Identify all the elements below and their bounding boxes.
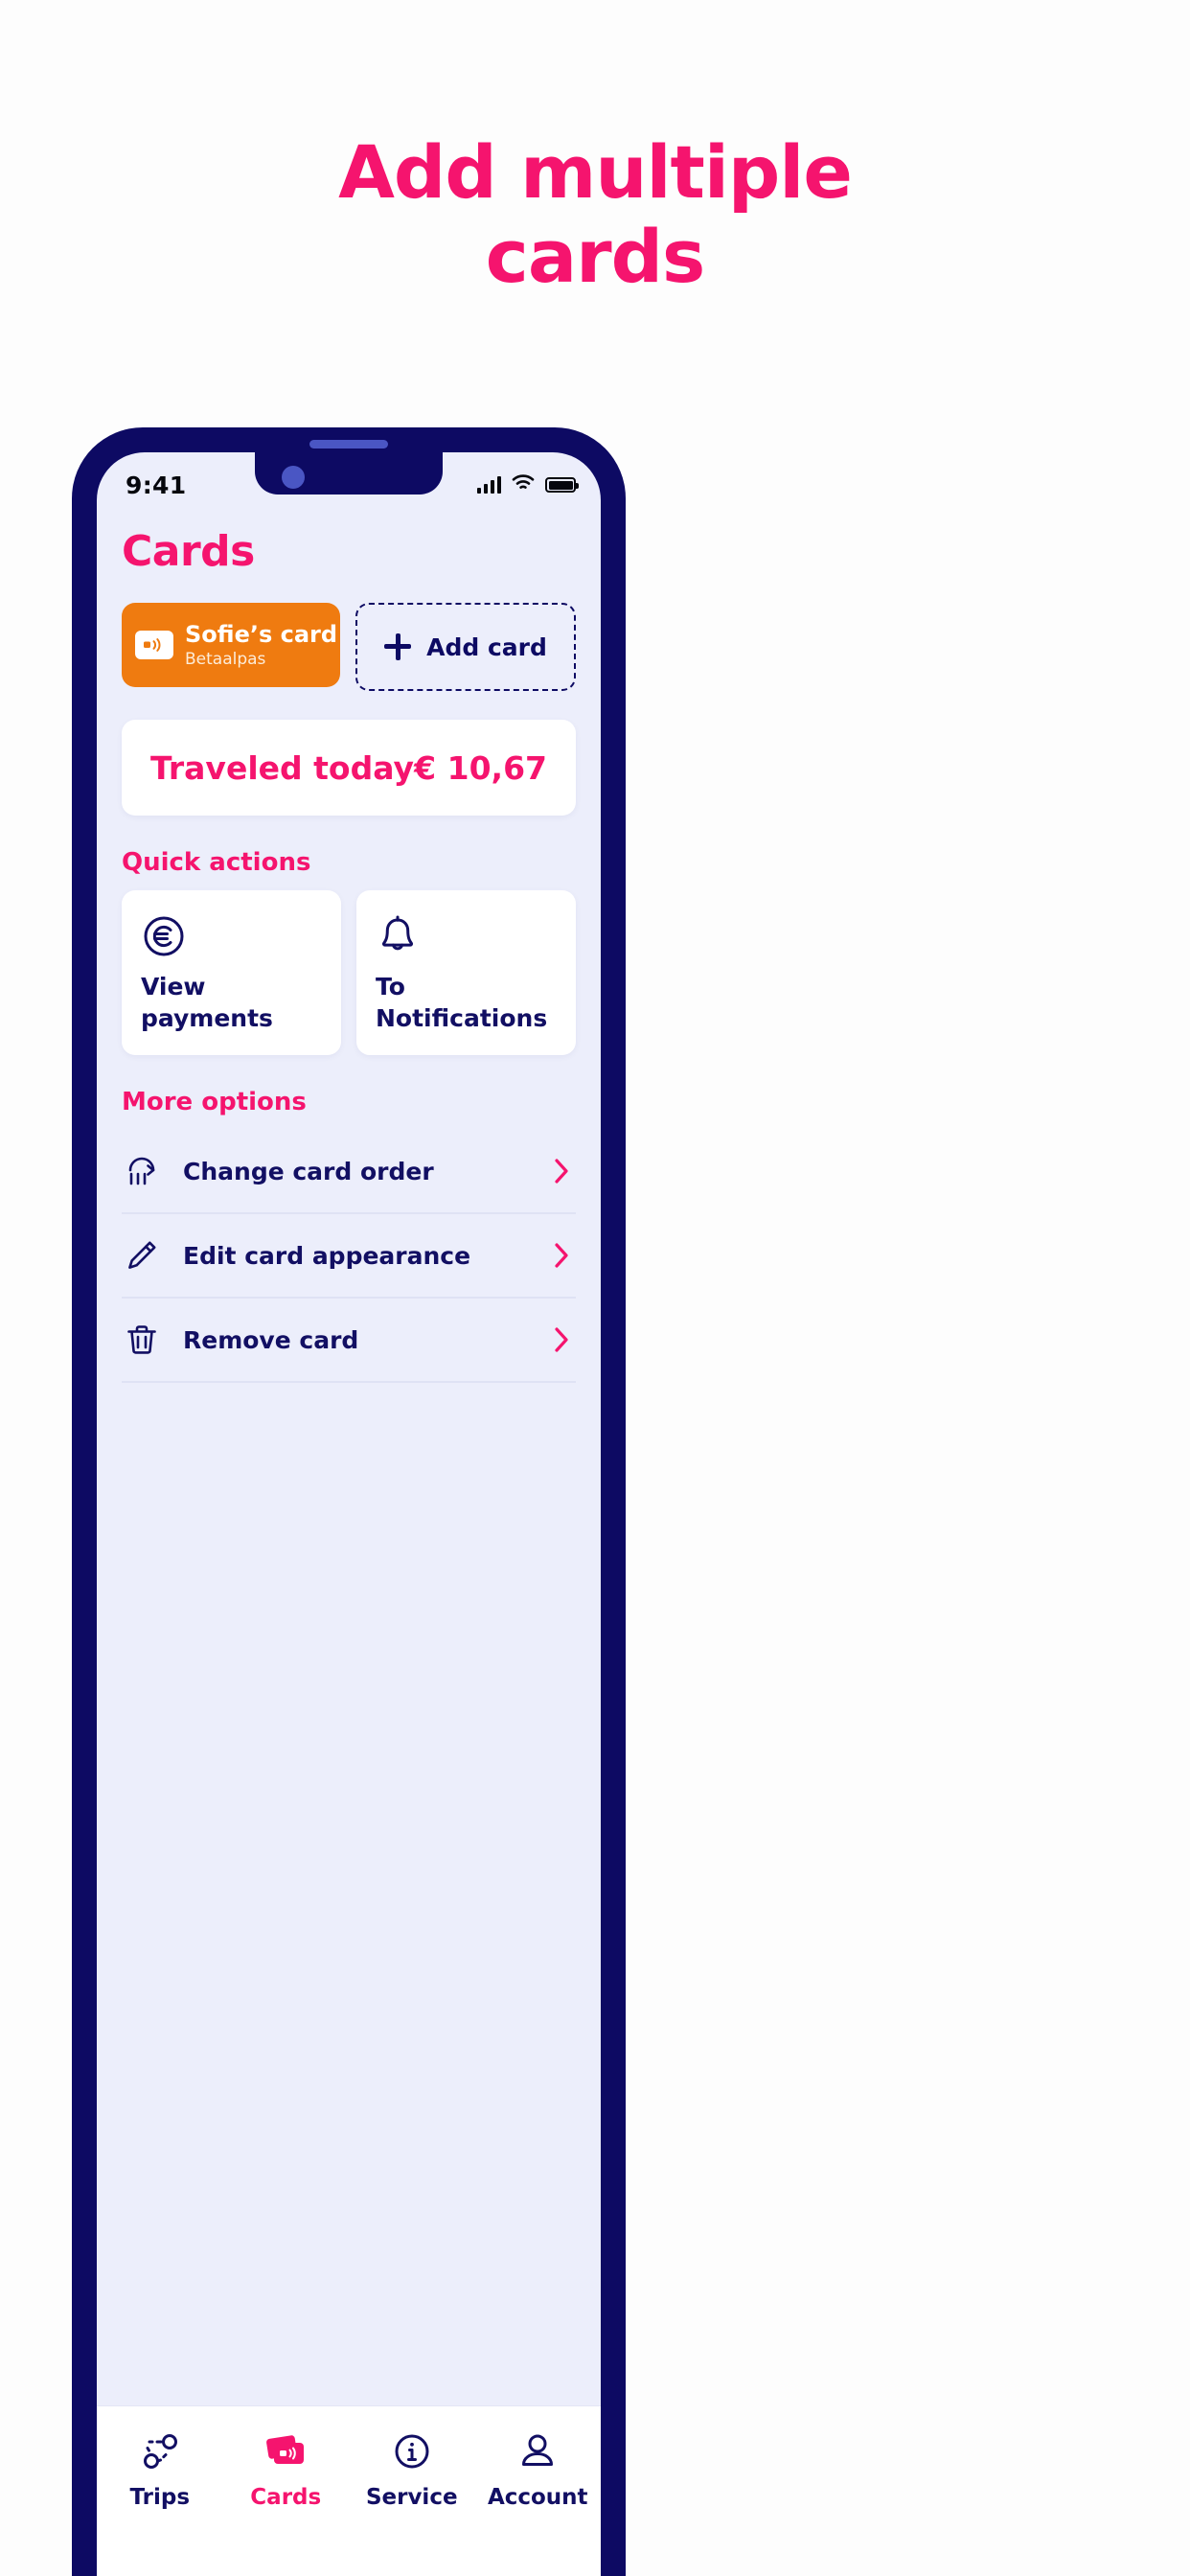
status-bar-icons [476,474,579,495]
my-card-tile[interactable]: Sofie’s card Betaalpas [122,603,340,687]
bell-icon [376,911,557,961]
person-icon [517,2429,558,2473]
traveled-today-label: Traveled today [150,748,414,787]
chevron-right-icon [553,1325,576,1354]
euro-circle-icon [141,911,322,961]
cards-stack-icon [263,2429,308,2473]
trips-route-icon [139,2429,181,2473]
trash-icon [122,1322,162,1358]
quick-action-label: View payments [141,973,273,1032]
tab-service[interactable]: Service [349,2429,475,2510]
status-bar-time: 9:41 [126,471,187,499]
tab-account[interactable]: Account [475,2429,602,2510]
battery-full-icon [545,477,579,493]
quick-actions-heading: Quick actions [122,848,311,877]
traveled-today-amount: € 10,67 [414,748,547,787]
add-card-label: Add card [426,632,547,661]
quick-action-label: To Notifications [376,973,548,1032]
reorder-cards-icon [122,1153,162,1189]
quick-action-view-payments[interactable]: View payments [122,890,341,1055]
plus-icon [384,633,412,660]
card-row: Sofie’s card Betaalpas Add card [122,603,576,691]
chevron-right-icon [553,1157,576,1185]
my-card-name: Sofie’s card [185,621,338,648]
cellular-signal-icon [476,476,501,494]
chevron-right-icon [553,1241,576,1270]
wifi-icon [512,474,535,495]
quick-action-to-notifications[interactable]: To Notifications [356,890,576,1055]
tab-label: Account [487,2485,588,2510]
add-card-button[interactable]: Add card [355,603,576,691]
option-row-remove-card[interactable]: Remove card [122,1299,576,1383]
option-label: Edit card appearance [183,1241,471,1270]
quick-actions-grid: View payments To Notifications [122,890,576,1055]
tab-cards[interactable]: Cards [223,2429,350,2510]
more-options-list: Change card order Edit card appearance R… [122,1130,576,1383]
option-row-change-card-order[interactable]: Change card order [122,1130,576,1214]
tab-label: Trips [129,2485,191,2510]
info-circle-icon [392,2429,432,2473]
promo-headline-line-2: cards [485,213,705,299]
option-label: Change card order [183,1157,434,1185]
tab-label: Cards [250,2485,322,2510]
bottom-tab-bar: Trips Cards Service Account [97,2405,601,2576]
my-card-type: Betaalpas [185,650,266,669]
screen-body: Cards Sofie’s card Betaalpas Add card Tr… [97,512,601,2405]
more-options-heading: More options [122,1088,307,1116]
phone-screen: 9:41 Cards Sofie’s card Betaalpas Add ca… [97,452,601,2576]
contactless-card-icon [135,631,173,659]
tab-label: Service [365,2485,458,2510]
phone-mockup: 9:41 Cards Sofie’s card Betaalpas Add ca… [72,427,626,2576]
promo-headline-line-1: Add multiple [338,129,853,215]
traveled-today-card[interactable]: Traveled today € 10,67 [122,720,576,816]
option-label: Remove card [183,1325,359,1354]
pencil-icon [122,1237,162,1274]
page-title: Cards [122,527,255,576]
promo-headline: Add multiple cards [0,134,1190,295]
tab-trips[interactable]: Trips [97,2429,223,2510]
status-bar: 9:41 [97,452,601,512]
phone-speaker [309,440,388,448]
option-row-edit-card-appearance[interactable]: Edit card appearance [122,1214,576,1299]
